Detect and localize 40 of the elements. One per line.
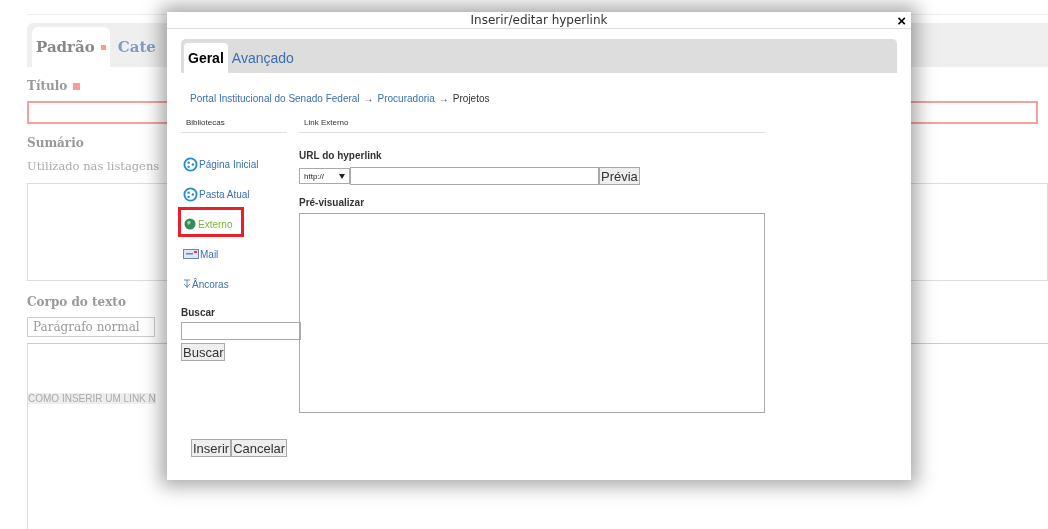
paragraph-select[interactable]: Parágrafo normal [27,317,155,337]
globe-icon [183,217,197,231]
breadcrumb-text: Projetos [452,93,490,104]
required-marker [73,82,81,90]
form-tab[interactable]: Padrão [32,27,110,67]
dotted-circle-icon [183,186,198,202]
field-label: Sumário [27,136,84,150]
field-hint: Utilizado nas listagens [27,159,160,173]
preview-button[interactable]: Prévia [599,167,640,185]
column-heading: Bibliotecas [181,113,287,133]
body-text: COMO INSERIR UM LINK N [28,393,156,404]
caret-icon [339,173,345,179]
breadcrumb-link[interactable]: Procuradoria [377,93,435,104]
field-label: Título [27,79,68,93]
search-label: Buscar [181,307,216,318]
column-heading: Link Externo [299,113,765,133]
search-field[interactable] [181,322,301,340]
library-link[interactable]: Âncoras [183,274,229,294]
search-button[interactable]: Buscar [181,343,226,361]
dialog-tab[interactable]: Avançado [227,43,298,73]
field-label: URL do hyperlink [299,150,383,161]
dotted-circle-icon [183,156,198,172]
field-label: Corpo do texto [27,295,126,309]
dialog-title: Inserir/editar hyperlink [470,13,608,27]
url-field[interactable] [350,167,599,185]
protocol-select[interactable]: http:// [299,168,350,184]
mail-icon [183,249,199,259]
dialog-button[interactable]: Inserir [191,439,232,457]
dialog-button[interactable]: Cancelar [231,439,288,457]
protocol-value: http:// [304,171,324,181]
library-link[interactable]: Página Inicial [183,154,259,174]
library-link[interactable]: Mail [183,244,219,264]
library-link[interactable]: Pasta Atual [183,184,250,204]
breadcrumb-link[interactable]: Portal Institucional do Senado Federal [190,93,360,104]
dialog-tab[interactable]: Geral [184,43,228,73]
close-button[interactable]: × [897,12,906,29]
breadcrumb-separator: → [438,93,449,104]
anchor-icon [183,279,191,289]
breadcrumb-separator: → [363,93,374,104]
field-label: Pré-visualizar [299,197,366,208]
